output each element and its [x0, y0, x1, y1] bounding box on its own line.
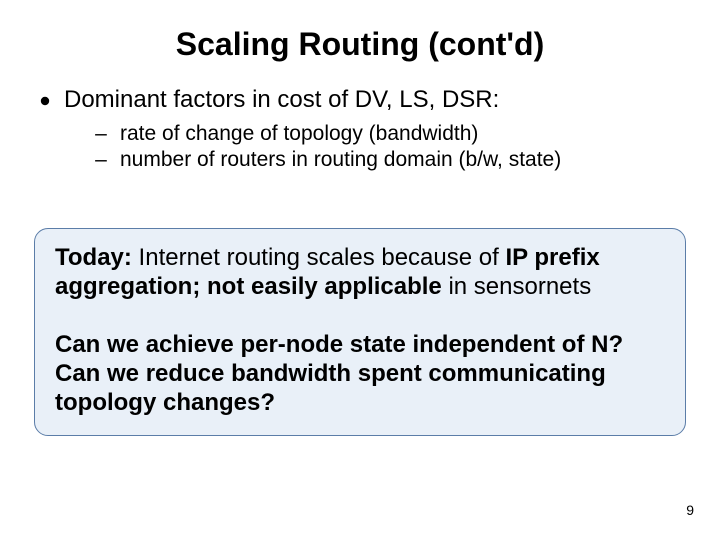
slide-title: Scaling Routing (cont'd) [0, 0, 720, 63]
sub-bullets: – rate of change of topology (bandwidth)… [40, 121, 686, 174]
sub-bullet-text: rate of change of topology (bandwidth) [120, 121, 686, 147]
callout-text: in sensornets [442, 273, 591, 300]
sub-bullet: – rate of change of topology (bandwidth) [94, 121, 686, 147]
callout-text: Internet routing scales because of [132, 244, 506, 271]
callout-paragraph-2: Can we achieve per-node state independen… [55, 330, 667, 418]
callout-paragraph-1: Today: Internet routing scales because o… [55, 243, 667, 302]
slide-body: Dominant factors in cost of DV, LS, DSR:… [0, 63, 720, 174]
bullet1-text: Dominant factors in cost of DV, LS, DSR: [64, 85, 686, 115]
callout-q1-a: Can we achieve [55, 331, 240, 358]
callout-bold: easily applicable [251, 273, 442, 300]
bullet-level1: Dominant factors in cost of DV, LS, DSR: [40, 85, 686, 115]
dash-icon: – [94, 121, 108, 147]
sub-bullet-text: number of routers in routing domain (b/w… [120, 147, 686, 173]
callout-box: Today: Internet routing scales because o… [34, 228, 686, 436]
slide: Scaling Routing (cont'd) Dominant factor… [0, 0, 720, 540]
sub-bullet: – number of routers in routing domain (b… [94, 147, 686, 173]
bullet-dot-icon [40, 96, 50, 106]
callout-q2-a: Can we [55, 360, 146, 387]
dash-icon: – [94, 147, 108, 173]
page-number: 9 [686, 502, 694, 518]
callout-text [244, 273, 251, 300]
callout-q1-b: per-node state independent of N? [240, 331, 623, 358]
callout-lead: Today: [55, 244, 132, 271]
